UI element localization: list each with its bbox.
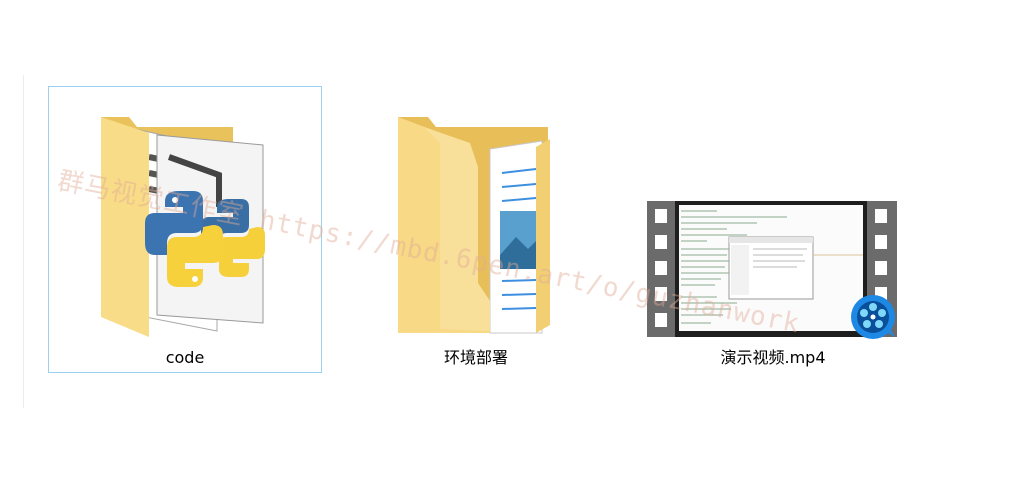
folder-document-icon [340,87,612,347]
file-item-environment-setup[interactable]: 环境部署 [339,86,613,373]
file-name-label: code [165,348,205,367]
file-name-label: 演示视频.mp4 [720,348,826,367]
pane-divider [23,75,24,408]
file-name-label: 环境部署 [443,348,508,367]
media-player-badge-icon [849,293,897,341]
file-item-demo-video[interactable]: 演示视频.mp4 [636,86,910,373]
file-item-code[interactable]: code [48,86,322,373]
folder-python-icon [49,87,321,347]
